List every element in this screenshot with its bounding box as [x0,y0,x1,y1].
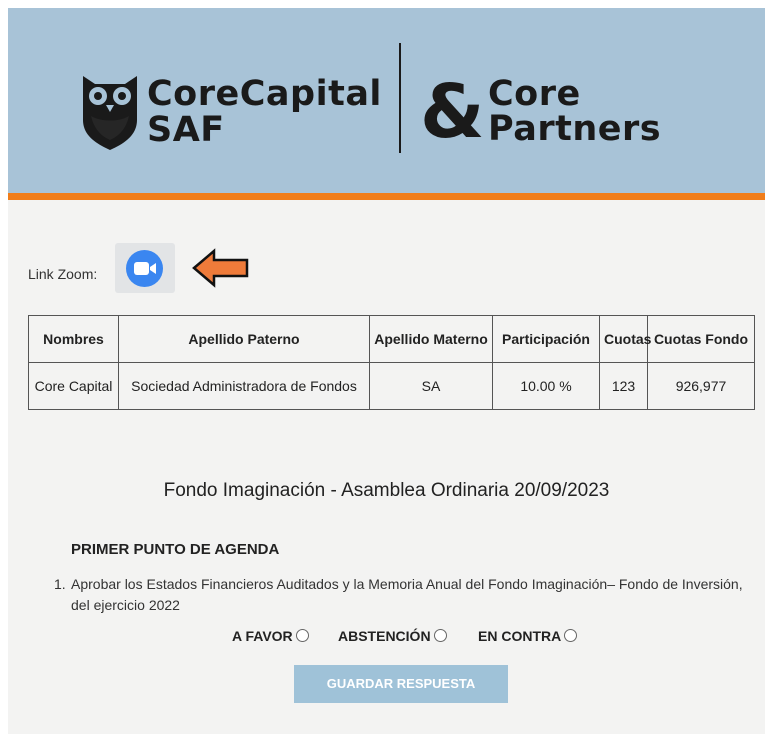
logo-divider [399,43,401,153]
arrow-left-icon [192,248,249,288]
column-header: Participación [492,315,600,363]
vote-abstencion-label: ABSTENCIÓN [338,628,431,644]
vote-favor-label: A FAVOR [232,628,293,644]
column-header: Apellido Paterno [118,315,370,363]
column-header: Cuotas Fondo [647,315,755,363]
cell-participacion: 10.00 % [492,362,600,410]
cell-nombres: Core Capital [28,362,119,410]
column-header: Nombres [28,315,119,363]
owl-logo-icon [83,76,137,150]
zoom-link-button[interactable] [115,243,175,293]
vote-option-favor: A FAVOR [232,628,309,644]
save-response-button[interactable]: GUARDAR RESPUESTA [294,665,508,703]
agenda-item-number: 1. [54,576,66,592]
agenda-title: PRIMER PUNTO DE AGENDA [71,541,280,558]
vote-contra-radio[interactable] [564,629,578,642]
vote-option-contra: EN CONTRA [478,628,578,644]
ampersand-logo: & [420,69,485,155]
table-row: Core Capital Sociedad Administradora de … [28,362,755,410]
brand-primary-name: CoreCapital [147,74,382,114]
brand-secondary-name: Core [488,74,581,114]
column-header: Cuotas [599,315,651,363]
fund-assembly-title: Fondo Imaginación - Asamblea Ordinaria 2… [163,480,610,501]
cell-apellido-materno: SA [369,362,493,410]
vote-abstencion-radio[interactable] [433,629,447,642]
column-header: Apellido Materno [369,315,493,363]
vote-favor-radio[interactable] [295,629,309,642]
zoom-video-icon [126,250,163,287]
header-banner: CoreCapital SAF & Core Partners [8,8,765,193]
shareholder-table: Nombres Apellido Paterno Apellido Matern… [28,315,755,410]
vote-option-abstencion: ABSTENCIÓN [338,628,447,644]
header-accent-stripe [8,193,765,200]
cell-apellido-paterno: Sociedad Administradora de Fondos [118,362,370,410]
brand-primary-sub: SAF [147,110,225,150]
cell-cuotas: 123 [599,362,648,410]
agenda-item-text: Aprobar los Estados Financieros Auditado… [71,576,743,613]
zoom-link-label: Link Zoom: [28,266,98,282]
table-header-row: Nombres Apellido Paterno Apellido Matern… [28,315,755,363]
page: CoreCapital SAF & Core Partners Link Zoo… [8,8,765,734]
brand-secondary-sub: Partners [488,109,662,149]
vote-contra-label: EN CONTRA [478,628,562,644]
cell-cuotas-fondo: 926,977 [647,362,755,410]
